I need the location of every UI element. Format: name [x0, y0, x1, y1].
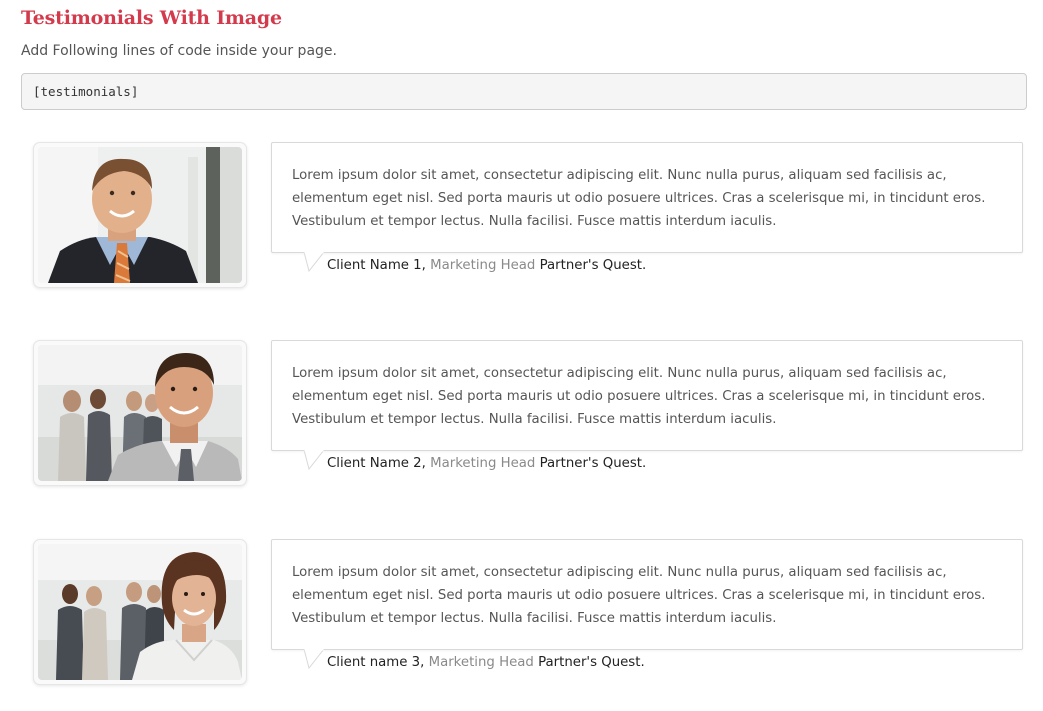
- page-title: Testimonials With Image: [21, 7, 282, 29]
- testimonial-quote-box: Lorem ipsum dolor sit amet, consectetur …: [271, 142, 1023, 253]
- businessman-portrait-photo: [38, 147, 242, 283]
- code-snippet[interactable]: [testimonials]: [21, 73, 1027, 110]
- client-photo-frame: [33, 142, 247, 288]
- client-attribution: Client name 3, Marketing Head Partner's …: [327, 655, 645, 670]
- intro-text: Add Following lines of code inside your …: [21, 43, 337, 59]
- client-role: Marketing Head: [430, 258, 536, 273]
- speech-pointer-icon: [303, 450, 325, 470]
- testimonial-item: Lorem ipsum dolor sit amet, consectetur …: [0, 340, 1043, 500]
- client-attribution: Client Name 1, Marketing Head Partner's …: [327, 258, 646, 273]
- businesswoman-office-photo: [38, 544, 242, 680]
- testimonial-quote: Lorem ipsum dolor sit amet, consectetur …: [292, 168, 986, 229]
- testimonial-quote-box: Lorem ipsum dolor sit amet, consectetur …: [271, 539, 1023, 650]
- client-role: Marketing Head: [430, 456, 536, 471]
- client-company: Partner's Quest.: [539, 456, 647, 471]
- client-role: Marketing Head: [428, 655, 534, 670]
- testimonial-quote-box: Lorem ipsum dolor sit amet, consectetur …: [271, 340, 1023, 451]
- speech-pointer-icon: [303, 252, 325, 272]
- client-company: Partner's Quest.: [539, 258, 647, 273]
- client-name: Client Name 2,: [327, 456, 426, 471]
- testimonial-item: Lorem ipsum dolor sit amet, consectetur …: [0, 539, 1043, 699]
- client-company: Partner's Quest.: [538, 655, 645, 670]
- client-attribution: Client Name 2, Marketing Head Partner's …: [327, 456, 646, 471]
- client-name: Client Name 1,: [327, 258, 426, 273]
- testimonial-quote: Lorem ipsum dolor sit amet, consectetur …: [292, 366, 986, 427]
- client-name: Client name 3,: [327, 655, 425, 670]
- testimonial-item: Lorem ipsum dolor sit amet, consectetur …: [0, 142, 1043, 302]
- client-photo-frame: [33, 340, 247, 486]
- speech-pointer-icon: [303, 649, 325, 669]
- testimonial-quote: Lorem ipsum dolor sit amet, consectetur …: [292, 565, 986, 626]
- client-photo-frame: [33, 539, 247, 685]
- businessman-office-photo: [38, 345, 242, 481]
